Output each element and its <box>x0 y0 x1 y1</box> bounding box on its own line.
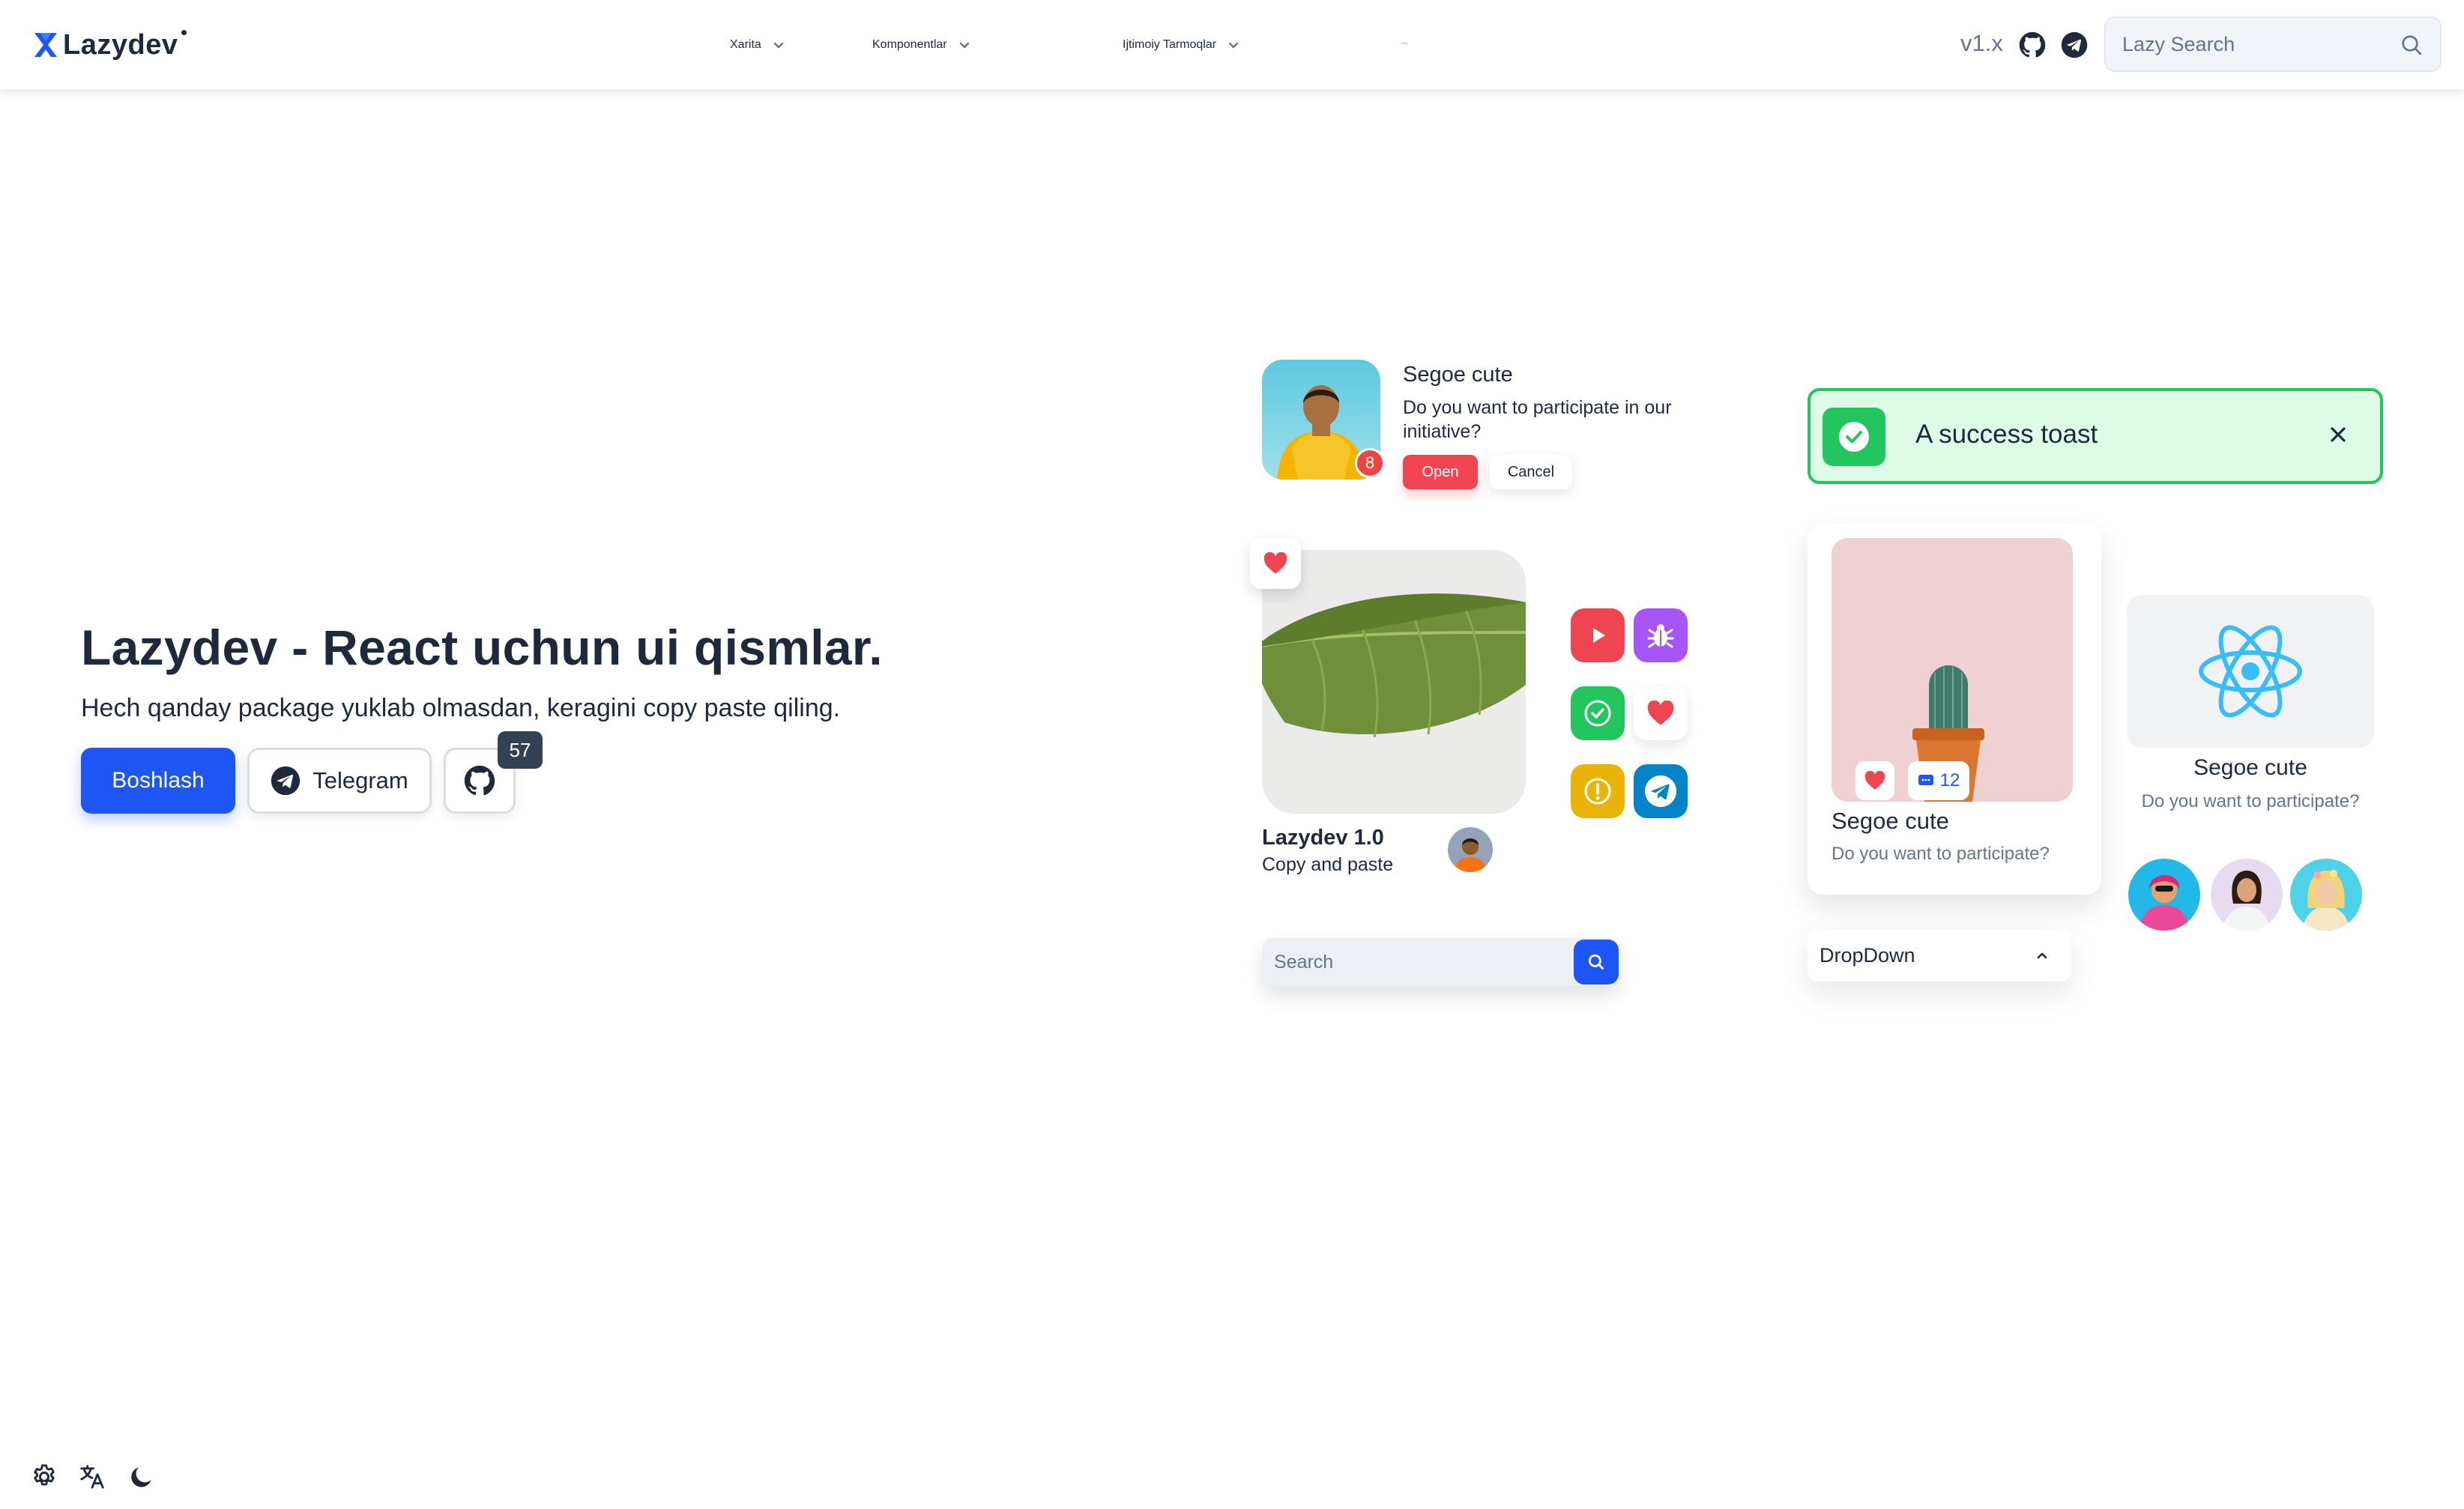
react-logo-tile <box>2127 595 2374 748</box>
bug-app[interactable] <box>1634 608 1688 662</box>
avatar <box>1448 827 1493 872</box>
global-search[interactable] <box>2104 16 2442 72</box>
card-subtitle: Do you want to participate? <box>1832 844 2050 864</box>
toast-status <box>1823 408 1885 466</box>
telegram-icon <box>1644 775 1677 808</box>
favorite-button[interactable] <box>1855 761 1894 800</box>
check-icon <box>1584 700 1611 727</box>
dropdown-select[interactable]: DropDown <box>1808 929 2071 982</box>
gear-icon[interactable] <box>30 1463 58 1491</box>
nav-divider <box>1401 43 1407 44</box>
check-icon <box>1839 422 1869 452</box>
moon-icon[interactable] <box>127 1463 156 1491</box>
chevron-down-icon <box>1228 42 1239 49</box>
success-toast: A success toast <box>1808 388 2383 484</box>
alert-icon <box>1584 778 1611 805</box>
github-stars-badge: 57 <box>498 731 543 769</box>
card-subtitle: Do you want to participate? <box>2141 791 2360 811</box>
nav-label: Ijtimoiy Tarmoqlar <box>1123 38 1217 51</box>
telegram-button[interactable]: Telegram <box>247 748 432 814</box>
telegram-button-label: Telegram <box>312 767 408 793</box>
nav-ijtimoiy-tarmoqlar[interactable]: Ijtimoiy Tarmoqlar <box>1123 28 1240 61</box>
logo-x-icon <box>34 33 57 57</box>
cancel-button[interactable]: Cancel <box>1490 455 1572 489</box>
hero-subtitle: Hech qanday package yuklab olmasdan, ker… <box>81 694 841 722</box>
github-icon <box>464 765 495 796</box>
notification-count-badge: 8 <box>1355 448 1385 478</box>
card-subtitle: Copy and paste <box>1262 854 1394 875</box>
heart-icon <box>1647 701 1674 725</box>
notification-text: Do you want to participate in our initia… <box>1403 397 1672 442</box>
youtube-app[interactable] <box>1571 608 1625 662</box>
hero-title: Lazydev - React uchun ui qismlar. <box>81 620 883 675</box>
logo-dot <box>181 30 187 35</box>
product-card[interactable] <box>1808 524 2101 895</box>
avatar[interactable] <box>2125 856 2203 934</box>
comments-counter[interactable]: 12 <box>1908 761 1969 800</box>
comments-count: 12 <box>1939 770 1960 790</box>
translate-icon[interactable] <box>78 1463 106 1491</box>
bug-icon <box>1647 624 1674 648</box>
favorite-button[interactable] <box>1250 538 1301 589</box>
github-icon[interactable] <box>2019 31 2046 58</box>
nav-label: Komponentlar <box>872 38 947 51</box>
top-navbar: Lazydev Xarita Komponentlar Ijtimoiy Tar… <box>0 0 2464 90</box>
avatar[interactable] <box>2208 856 2286 934</box>
alert-app[interactable] <box>1571 764 1625 818</box>
search-icon[interactable] <box>2400 33 2424 57</box>
dropdown-label: DropDown <box>1820 943 1915 967</box>
search-button[interactable] <box>1574 940 1619 985</box>
card-title: Lazydev 1.0 <box>1262 826 1384 850</box>
heart-icon <box>1864 771 1885 790</box>
telegram-icon[interactable] <box>2061 31 2088 58</box>
chevron-up-icon <box>2037 952 2047 959</box>
brand-logo[interactable]: Lazydev <box>33 27 187 63</box>
open-button[interactable]: Open <box>1403 455 1478 489</box>
nav-xarita[interactable]: Xarita <box>730 28 785 61</box>
play-icon <box>1593 628 1605 643</box>
avatar[interactable] <box>2287 856 2365 934</box>
message-icon <box>1918 775 1933 785</box>
telegram-app[interactable] <box>1634 764 1688 818</box>
react-icon <box>2199 625 2302 718</box>
heart-icon <box>1263 552 1287 574</box>
like-app[interactable] <box>1634 686 1688 740</box>
chevron-down-icon <box>959 42 969 49</box>
card-title: Segoe cute <box>1832 808 1949 834</box>
mini-search[interactable] <box>1262 938 1619 986</box>
close-icon[interactable] <box>2323 420 2353 450</box>
check-app[interactable] <box>1571 686 1625 740</box>
card-title: Segoe cute <box>2193 755 2307 780</box>
product-image-card[interactable] <box>1262 550 1526 814</box>
logo-text: Lazydev <box>63 28 178 61</box>
version-label[interactable]: v1.x <box>1960 30 2003 57</box>
nav-komponentlar[interactable]: Komponentlar <box>872 28 971 61</box>
chevron-down-icon <box>773 42 783 49</box>
toast-message: A success toast <box>1915 420 2098 449</box>
notification-title: Segoe cute <box>1403 363 1513 387</box>
telegram-icon <box>271 766 301 796</box>
nav-label: Xarita <box>730 38 761 51</box>
start-button[interactable]: Boshlash <box>81 748 235 814</box>
search-icon <box>1588 954 1604 970</box>
search-input[interactable] <box>1274 938 1559 986</box>
search-input[interactable] <box>2122 18 2392 70</box>
